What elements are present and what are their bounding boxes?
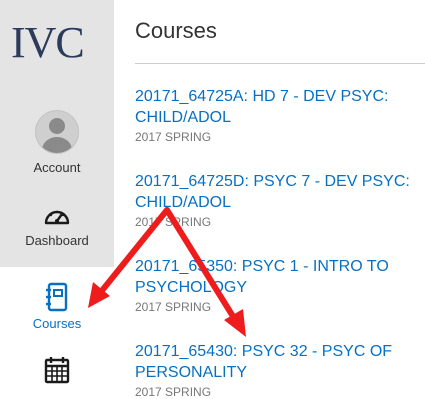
course-item: 20171_65350: PSYC 1 - INTRO TO PSYCHOLOG… <box>135 256 420 314</box>
course-term: 2017 SPRING <box>135 130 212 144</box>
course-link[interactable]: 20171_65350: PSYC 1 - INTRO TO PSYCHOLOG… <box>135 256 420 298</box>
nav-item-dashboard[interactable]: Dashboard <box>0 203 114 248</box>
user-avatar-icon <box>35 110 79 154</box>
course-item: 20171_65430: PSYC 32 - PSYC OF PERSONALI… <box>135 341 420 399</box>
courses-notebook-icon <box>46 282 68 312</box>
course-item: 20171_64725D: PSYC 7 - DEV PSYC: CHILD/A… <box>135 171 420 229</box>
ivc-logo[interactable]: IVC <box>11 18 103 68</box>
course-link[interactable]: 20171_64725D: PSYC 7 - DEV PSYC: CHILD/A… <box>135 171 420 213</box>
course-link[interactable]: 20171_64725A: HD 7 - DEV PSYC: CHILD/ADO… <box>135 86 420 128</box>
dashboard-speedometer-icon <box>44 210 70 225</box>
course-link[interactable]: 20171_65430: PSYC 32 - PSYC OF PERSONALI… <box>135 341 420 383</box>
nav-label-account: Account <box>33 160 81 175</box>
main-content: Courses 20171_64725A: HD 7 - DEV PSYC: C… <box>135 0 425 399</box>
course-item: 20171_64725A: HD 7 - DEV PSYC: CHILD/ADO… <box>135 86 420 144</box>
nav-label-courses: Courses <box>32 316 82 331</box>
nav-item-calendar[interactable] <box>0 356 114 388</box>
global-nav: IVC Account Dashboard Courses <box>0 0 114 397</box>
nav-label-dashboard: Dashboard <box>25 233 89 248</box>
title-divider <box>135 63 425 64</box>
course-term: 2017 SPRING <box>135 215 212 229</box>
nav-item-courses[interactable]: Courses <box>0 282 114 331</box>
course-term: 2017 SPRING <box>135 300 212 314</box>
calendar-icon <box>44 357 70 384</box>
page-title: Courses <box>135 18 217 43</box>
nav-item-account[interactable]: Account <box>0 110 114 175</box>
